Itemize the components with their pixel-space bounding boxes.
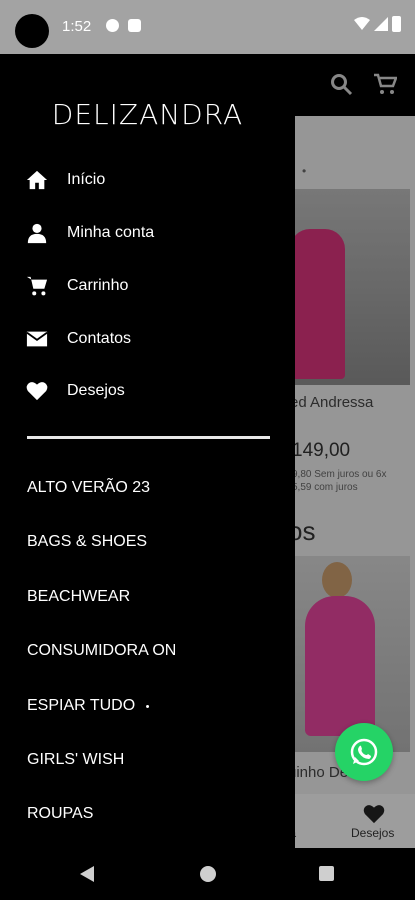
category-beachwear[interactable]: BEACHWEAR: [27, 583, 130, 611]
menu-item-label: Minha conta: [67, 224, 155, 241]
menu-item-minha-conta[interactable]: Minha conta: [26, 218, 154, 248]
menu-item-desejos[interactable]: Desejos: [26, 376, 125, 406]
home-icon: [26, 170, 48, 190]
category-label: ESPIAR TUDO: [27, 697, 136, 714]
menu-item-label: Início: [67, 171, 106, 188]
whatsapp-button[interactable]: [335, 723, 393, 781]
system-nav-bar: [0, 848, 415, 900]
heart-icon: [26, 382, 48, 401]
person-icon: [27, 223, 47, 244]
wifi-icon: [354, 17, 370, 30]
home-button-icon[interactable]: [200, 866, 216, 882]
category-consumidora-on[interactable]: CONSUMIDORA ON: [27, 637, 176, 665]
menu-item-label: Carrinho: [67, 277, 129, 294]
category-alto-verao[interactable]: ALTO VERÃO 23: [27, 474, 150, 502]
brand-logo: DELIZANDRA: [51, 98, 244, 131]
status-indicators: [354, 16, 401, 32]
cart-icon: [26, 276, 48, 296]
mail-icon: [26, 331, 48, 347]
notification-icon: [106, 19, 119, 32]
new-marker: •: [145, 701, 150, 713]
sim-icon: [128, 19, 141, 32]
category-espiar-tudo[interactable]: ESPIAR TUDO •: [27, 692, 149, 720]
menu-item-label: Desejos: [67, 382, 125, 399]
whatsapp-icon: [350, 738, 378, 766]
battery-icon: [392, 16, 401, 32]
menu-item-carrinho[interactable]: Carrinho: [26, 271, 128, 301]
recents-icon[interactable]: [319, 866, 334, 881]
category-bags-shoes[interactable]: BAGS & SHOES: [27, 528, 147, 556]
drawer-divider: [27, 436, 270, 439]
camera-cutout: [15, 14, 49, 48]
menu-item-contatos[interactable]: Contatos: [26, 324, 131, 354]
category-girls-wish[interactable]: GIRLS' WISH: [27, 746, 124, 774]
menu-item-label: Contatos: [67, 330, 132, 347]
back-icon[interactable]: [80, 866, 94, 882]
status-bar: 1:52: [0, 0, 415, 54]
navigation-drawer: DELIZANDRA Início Minha conta Carrinho C…: [0, 54, 295, 848]
status-time: 1:52: [62, 18, 92, 35]
menu-item-inicio[interactable]: Início: [26, 165, 105, 195]
signal-icon: [374, 17, 388, 31]
category-roupas[interactable]: ROUPAS: [27, 800, 93, 828]
